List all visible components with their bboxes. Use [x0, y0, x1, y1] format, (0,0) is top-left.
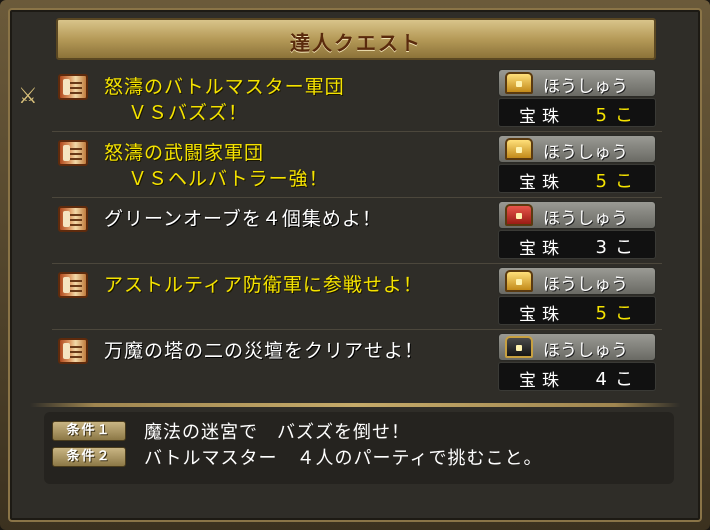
reward-header: ほうしゅう	[498, 267, 656, 295]
divider	[30, 403, 680, 407]
quest-title-line1: 怒濤のバトルマスター軍団	[104, 76, 345, 98]
condition-badge: 条件１	[52, 421, 126, 441]
reward-value: 宝珠 4こ	[498, 362, 656, 391]
scroll-icon	[58, 338, 88, 364]
reward-item: 宝珠	[519, 107, 565, 127]
quest-title: 怒濤の武闘家軍団 ＶＳヘルバトラー強！	[104, 140, 484, 192]
treasure-chest-icon	[505, 270, 533, 292]
quest-title-line1: グリーンオーブを４個集めよ！	[104, 208, 382, 230]
reward-header: ほうしゅう	[498, 201, 656, 229]
condition-row-1: 条件１ 魔法の迷宮で バズズを倒せ！	[52, 418, 652, 444]
reward-item: 宝珠	[519, 371, 565, 391]
condition-badge: 条件２	[52, 447, 126, 467]
quest-list: 怒濤のバトルマスター軍団 ＶＳバズズ！ ほうしゅう 宝珠 5こ 怒濤の武闘家軍団…	[52, 66, 662, 398]
quest-title-line1: 万魔の塔の二の災壇をクリアせよ！	[104, 340, 425, 362]
reward-box: ほうしゅう 宝珠 5こ	[498, 69, 656, 127]
reward-label: ほうしゅう	[543, 77, 628, 97]
scroll-icon	[58, 140, 88, 166]
reward-item: 宝珠	[519, 239, 565, 259]
quest-row-4[interactable]: アストルティア防衛軍に参戦せよ！ ほうしゅう 宝珠 5こ	[52, 264, 662, 330]
reward-count: 3こ	[595, 237, 641, 258]
reward-item: 宝珠	[519, 305, 565, 325]
reward-box: ほうしゅう 宝珠 3こ	[498, 201, 656, 259]
condition-text: バトルマスター ４人のパーティで挑むこと。	[144, 448, 543, 469]
treasure-chest-icon	[505, 336, 533, 358]
reward-box: ほうしゅう 宝珠 5こ	[498, 135, 656, 193]
window-frame: ◈ ◈ 達人クエスト ⚔ 怒濤のバトルマスター軍団 ＶＳバズズ！ ほうしゅう 宝…	[0, 0, 710, 530]
condition-row-2: 条件２ バトルマスター ４人のパーティで挑むこと。	[52, 444, 652, 470]
reward-item: 宝珠	[519, 173, 565, 193]
quest-title: アストルティア防衛軍に参戦せよ！	[104, 272, 484, 298]
quest-title: 怒濤のバトルマスター軍団 ＶＳバズズ！	[104, 74, 484, 126]
quest-title: 万魔の塔の二の災壇をクリアせよ！	[104, 338, 484, 364]
reward-header: ほうしゅう	[498, 333, 656, 361]
quest-row-3[interactable]: グリーンオーブを４個集めよ！ ほうしゅう 宝珠 3こ	[52, 198, 662, 264]
reward-label: ほうしゅう	[543, 209, 628, 229]
reward-value: 宝珠 5こ	[498, 98, 656, 127]
reward-count: 4こ	[595, 369, 641, 390]
condition-text: 魔法の迷宮で バズズを倒せ！	[144, 422, 410, 443]
quest-row-2[interactable]: 怒濤の武闘家軍団 ＶＳヘルバトラー強！ ほうしゅう 宝珠 5こ	[52, 132, 662, 198]
reward-value: 宝珠 3こ	[498, 230, 656, 259]
title-bar: 達人クエスト	[56, 18, 656, 60]
quest-row-1[interactable]: 怒濤のバトルマスター軍団 ＶＳバズズ！ ほうしゅう 宝珠 5こ	[52, 66, 662, 132]
scroll-icon	[58, 206, 88, 232]
quest-title-line1: 怒濤の武闘家軍団	[104, 142, 265, 164]
reward-count: 5こ	[595, 303, 641, 324]
reward-value: 宝珠 5こ	[498, 296, 656, 325]
reward-header: ほうしゅう	[498, 135, 656, 163]
quest-title-line2: ＶＳバズズ！	[128, 102, 249, 124]
reward-count: 5こ	[595, 105, 641, 126]
quest-title-line2: ＶＳヘルバトラー強！	[128, 168, 329, 190]
treasure-chest-icon	[505, 72, 533, 94]
sword-cursor-icon: ⚔	[18, 84, 38, 109]
reward-label: ほうしゅう	[543, 275, 628, 295]
reward-box: ほうしゅう 宝珠 4こ	[498, 333, 656, 391]
reward-label: ほうしゅう	[543, 341, 628, 361]
treasure-chest-icon	[505, 138, 533, 160]
reward-box: ほうしゅう 宝珠 5こ	[498, 267, 656, 325]
scroll-icon	[58, 74, 88, 100]
quest-title-line1: アストルティア防衛軍に参戦せよ！	[104, 274, 423, 296]
quest-row-5[interactable]: 万魔の塔の二の災壇をクリアせよ！ ほうしゅう 宝珠 4こ	[52, 330, 662, 396]
reward-header: ほうしゅう	[498, 69, 656, 97]
treasure-chest-icon	[505, 204, 533, 226]
quest-title: グリーンオーブを４個集めよ！	[104, 206, 484, 232]
conditions-panel: 条件１ 魔法の迷宮で バズズを倒せ！ 条件２ バトルマスター ４人のパーティで挑…	[44, 412, 674, 484]
scroll-icon	[58, 272, 88, 298]
reward-count: 5こ	[595, 171, 641, 192]
reward-value: 宝珠 5こ	[498, 164, 656, 193]
window-title: 達人クエスト	[290, 31, 422, 55]
reward-label: ほうしゅう	[543, 143, 628, 163]
